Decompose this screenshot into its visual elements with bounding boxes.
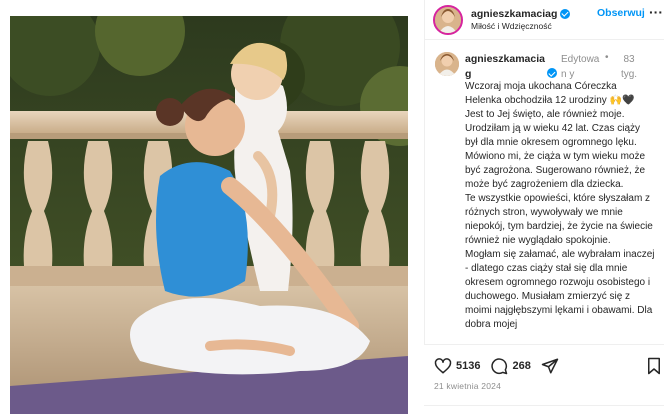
caption-paragraph: Jest to Jej święto, ale również moje. Ur… <box>465 109 646 190</box>
separator-dot: • <box>605 52 609 63</box>
caption-text: Wczoraj moja ukochana Córeczka Helenka o… <box>465 80 655 342</box>
follow-button[interactable]: Obserwuj <box>597 7 645 19</box>
post-photo-image <box>10 16 408 414</box>
caption-header: agnieszkamacia g Edytowan y • 83 tyg. <box>465 52 661 80</box>
caption-paragraph: Te wszystkie opowieści, które słyszałam … <box>465 193 653 246</box>
caption-paragraph: Mogłam się załamać, ale wybrałam inaczej… <box>465 249 655 330</box>
save-button[interactable] <box>646 357 662 380</box>
divider <box>424 405 664 406</box>
verified-badge-icon <box>560 8 571 19</box>
comment-icon[interactable] <box>490 357 508 375</box>
post-date[interactable]: 21 kwietnia 2024 <box>434 381 501 391</box>
more-options-icon[interactable]: ··· <box>649 4 663 20</box>
author-username[interactable]: agnieszkamaciag <box>471 8 571 20</box>
caption-username[interactable]: agnieszkamacia g <box>465 52 557 82</box>
bookmark-icon[interactable] <box>646 357 662 375</box>
action-bar: 5136 268 21 kwietnia 2024 <box>424 344 664 414</box>
send-icon[interactable] <box>541 357 559 375</box>
verified-badge-icon <box>547 68 557 78</box>
post-age[interactable]: 83 tyg. <box>617 52 641 82</box>
comment-count[interactable]: 268 <box>512 360 530 372</box>
author-avatar[interactable] <box>433 4 463 35</box>
post-photo[interactable] <box>10 16 408 414</box>
post-header: agnieszkamaciag Miłość i Wdzięczność Obs… <box>425 0 664 40</box>
caption-avatar[interactable] <box>435 52 459 76</box>
heart-icon[interactable] <box>434 357 452 375</box>
caption-username-text[interactable]: agnieszkamacia g <box>465 52 545 82</box>
author-username-text[interactable]: agnieszkamaciag <box>471 8 557 20</box>
caption-paragraph: Wczoraj moja ukochana Córeczka Helenka o… <box>465 81 635 106</box>
author-subtitle: Miłość i Wdzięczność <box>471 20 552 31</box>
comment-button[interactable]: 268 <box>490 357 531 375</box>
edited-label: Edytowan y <box>561 54 600 80</box>
like-count[interactable]: 5136 <box>456 360 480 372</box>
like-button[interactable]: 5136 <box>434 357 480 375</box>
share-button[interactable] <box>541 357 559 375</box>
